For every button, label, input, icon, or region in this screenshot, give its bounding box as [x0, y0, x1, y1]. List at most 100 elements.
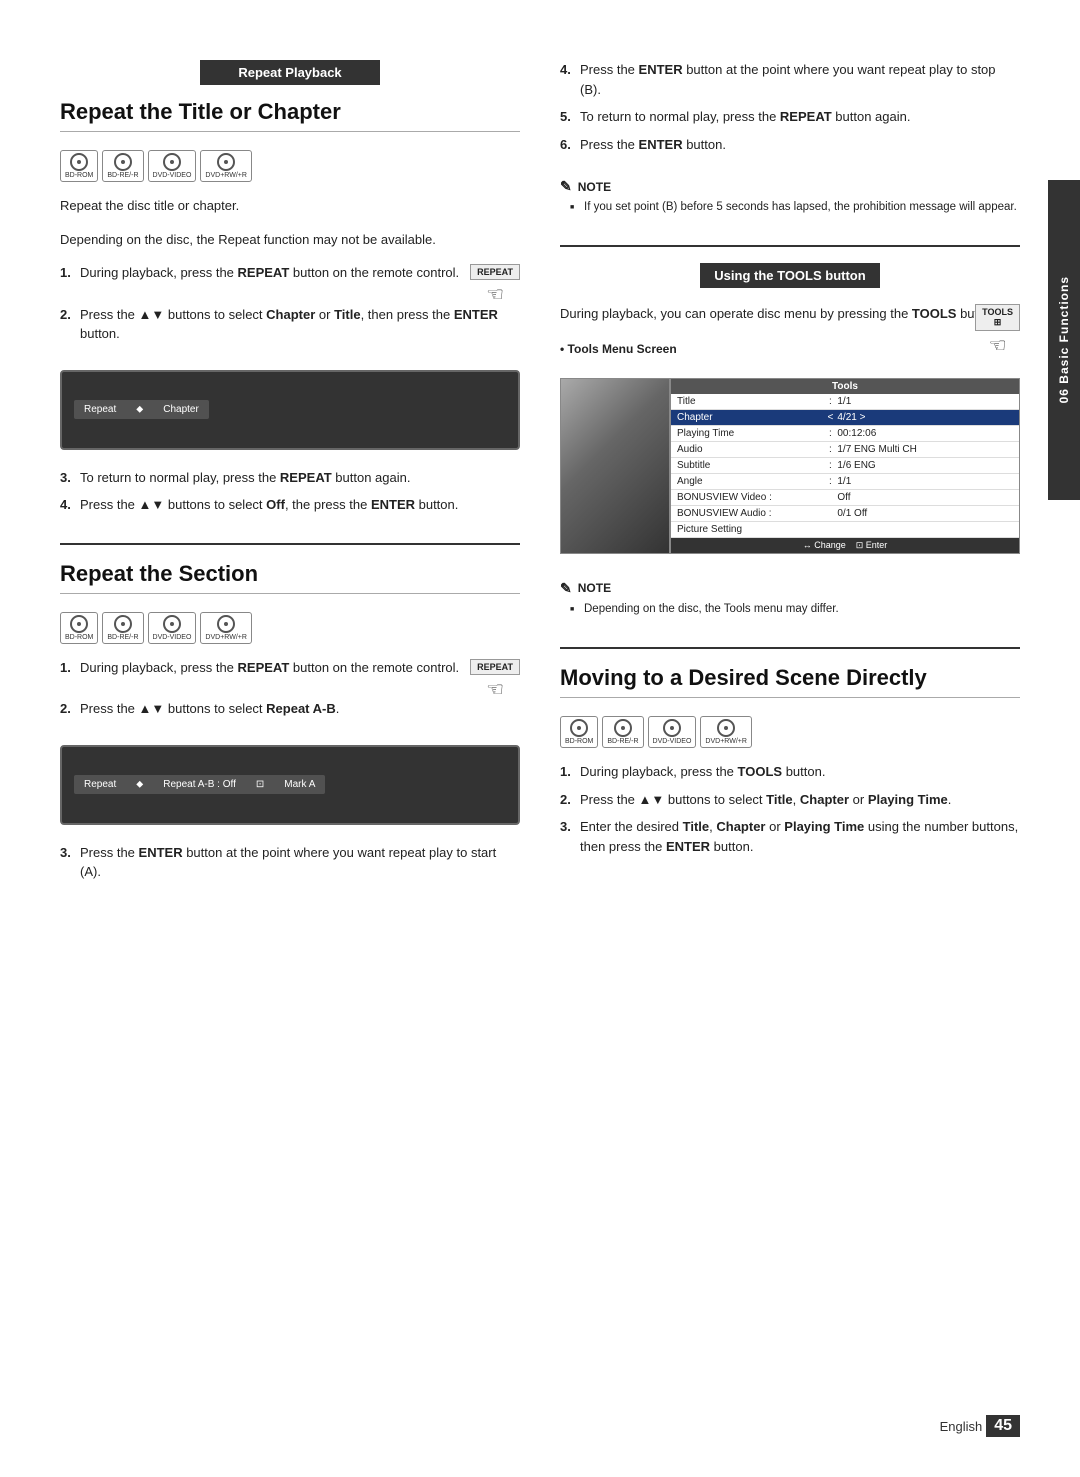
tools-row-chapter: Chapter < 4/21 > [671, 410, 1019, 426]
tools-key: BONUSVIEW Audio : [677, 508, 823, 519]
step-num: 3. [60, 843, 76, 882]
step-item: 2. Press the ▲▼ buttons to select Title,… [560, 790, 1020, 810]
step-item: 1. During playback, press the REPEAT but… [60, 658, 520, 678]
note-item-2: Depending on the disc, the Tools menu ma… [574, 601, 1020, 618]
step-num: 3. [560, 817, 576, 856]
step-num: 2. [60, 305, 76, 344]
disc-circle [663, 719, 681, 737]
tools-btn-label: TOOLS⊞ [975, 304, 1020, 331]
screen-enter: ⊡ [256, 779, 264, 790]
step-num: 4. [560, 60, 576, 99]
disc-label: BD-ROM [65, 172, 93, 179]
divider-3 [560, 647, 1020, 649]
repeat-button-img-2: REPEAT ☜ [470, 658, 520, 702]
disc-label: BD-ROM [65, 634, 93, 641]
tools-val: 0/1 Off [837, 508, 1013, 519]
step-content: During playback, press the REPEAT button… [80, 658, 520, 678]
step-item: 2. Press the ▲▼ buttons to select Repeat… [60, 699, 520, 719]
step-num: 1. [60, 658, 76, 678]
disc-icon-dvdrw: DVD+RW/+R [200, 150, 252, 182]
tools-sep [823, 492, 837, 503]
note-items-1: If you set point (B) before 5 seconds ha… [560, 199, 1020, 216]
tools-menu-with-bg: Tools Title : 1/1 Chapter < 4/21 > Pl [560, 378, 1020, 554]
disc-icon-dvdvideo: DVD-VIDEO [148, 150, 197, 182]
steps-list-2a: 1. During playback, press the REPEAT but… [60, 658, 520, 678]
step-item: 6. Press the ENTER button. [560, 135, 1020, 155]
tools-val: 4/21 > [837, 412, 1013, 423]
screen-content: Repeat ⬥ Chapter [74, 400, 209, 419]
disc-label: DVD-VIDEO [653, 738, 692, 745]
disc-icon-dvdvideo3: DVD-VIDEO [648, 716, 697, 748]
side-tab: 06 Basic Functions [1048, 180, 1080, 500]
tools-row-angle: Angle : 1/1 [671, 474, 1019, 490]
page-number-box: English 45 [940, 1415, 1020, 1437]
disc-label: DVD+RW/+R [705, 738, 747, 745]
disc-circle [217, 615, 235, 633]
note-item: If you set point (B) before 5 seconds ha… [574, 199, 1020, 216]
tools-row-playing: Playing Time : 00:12:06 [671, 426, 1019, 442]
tools-key: Chapter [677, 412, 823, 423]
step-content: Press the ▲▼ buttons to select Off, the … [80, 495, 520, 515]
step2-1-container: 1. During playback, press the REPEAT but… [60, 658, 520, 686]
disc-icon-dvdrw3: DVD+RW/+R [700, 716, 752, 748]
tools-button-img: TOOLS⊞ ☜ [975, 304, 1020, 358]
steps-list-1c: 3. To return to normal play, press the R… [60, 468, 520, 523]
step-content: During playback, press the REPEAT button… [80, 263, 520, 283]
tools-row-audio: Audio : 1/7 ENG Multi CH [671, 442, 1019, 458]
steps-list-2b: 2. Press the ▲▼ buttons to select Repeat… [60, 699, 520, 727]
section-title-3: Moving to a Desired Scene Directly [560, 665, 1020, 698]
divider-2 [560, 245, 1020, 247]
tools-val: 1/1 [837, 476, 1013, 487]
side-tab-text: 06 Basic Functions [1057, 276, 1071, 403]
disc-label: DVD+RW/+R [205, 172, 247, 179]
disc-icons-1: BD-ROM BD-RE/-R DVD-VIDEO DVD+RW/+R [60, 150, 520, 182]
disc-icon-bdrom3: BD-ROM [560, 716, 598, 748]
repeat-button-img: REPEAT ☜ [470, 263, 520, 307]
note-icon-2: ✎ [560, 580, 572, 597]
note-label-2: NOTE [578, 581, 611, 595]
tools-row-title: Title : 1/1 [671, 394, 1019, 410]
step-content: During playback, press the TOOLS button. [580, 762, 1020, 782]
disc-label: DVD-VIDEO [153, 634, 192, 641]
english-label: English [940, 1419, 983, 1434]
tools-header-container: Using the TOOLS button [560, 263, 1020, 288]
disc-icon-bdre3: BD-RE/-R [602, 716, 643, 748]
tools-key: BONUSVIEW Video : [677, 492, 823, 503]
screen-repeat-ab: Repeat ⬥ Repeat A-B : Off ⊡ Mark A [60, 745, 520, 825]
repeat-btn-label-2: REPEAT [470, 659, 520, 675]
note-label-1: NOTE [578, 180, 611, 194]
screen-content-2: Repeat ⬥ Repeat A-B : Off ⊡ Mark A [74, 775, 325, 794]
tools-menu-panel: Tools Title : 1/1 Chapter < 4/21 > Pl [670, 378, 1020, 554]
screen-arrow-2: ⬥ [136, 779, 143, 790]
tools-sep: : [823, 460, 837, 471]
tools-val [837, 524, 1013, 535]
tools-sep: : [823, 396, 837, 407]
tools-val: 1/1 [837, 396, 1013, 407]
disc-icon-bdre2: BD-RE/-R [102, 612, 143, 644]
tools-key: Title [677, 396, 823, 407]
disc-icons-2: BD-ROM BD-RE/-R DVD-VIDEO DVD+RW/+R [60, 612, 520, 644]
hand-icon-tools: ☜ [975, 333, 1020, 358]
tools-val: 1/6 ENG [837, 460, 1013, 471]
note-items-2: Depending on the disc, the Tools menu ma… [560, 601, 1020, 618]
intro-text-2: Depending on the disc, the Repeat functi… [60, 230, 520, 250]
screen-value-2: Repeat A-B : Off [163, 779, 236, 790]
note-title-1: ✎ NOTE [560, 178, 1020, 195]
tools-sep: < [823, 412, 837, 423]
screen-mark: Mark A [284, 779, 315, 790]
disc-circle [70, 615, 88, 633]
disc-circle [614, 719, 632, 737]
repeat-playback-header: Repeat Playback [200, 60, 380, 85]
page-footer: English 45 [940, 1415, 1020, 1437]
steps-top: 4. Press the ENTER button at the point w… [560, 60, 1020, 162]
disc-circle [570, 719, 588, 737]
note-title-2: ✎ NOTE [560, 580, 1020, 597]
tools-row-bonusview-video: BONUSVIEW Video : Off [671, 490, 1019, 506]
disc-label: BD-RE/-R [107, 634, 138, 641]
tools-intro-text: During playback, you can operate disc me… [560, 304, 1020, 324]
tools-header: Using the TOOLS button [700, 263, 880, 288]
disc-circle [114, 615, 132, 633]
disc-circle [163, 615, 181, 633]
tools-sep: : [823, 428, 837, 439]
disc-label: BD-RE/-R [107, 172, 138, 179]
